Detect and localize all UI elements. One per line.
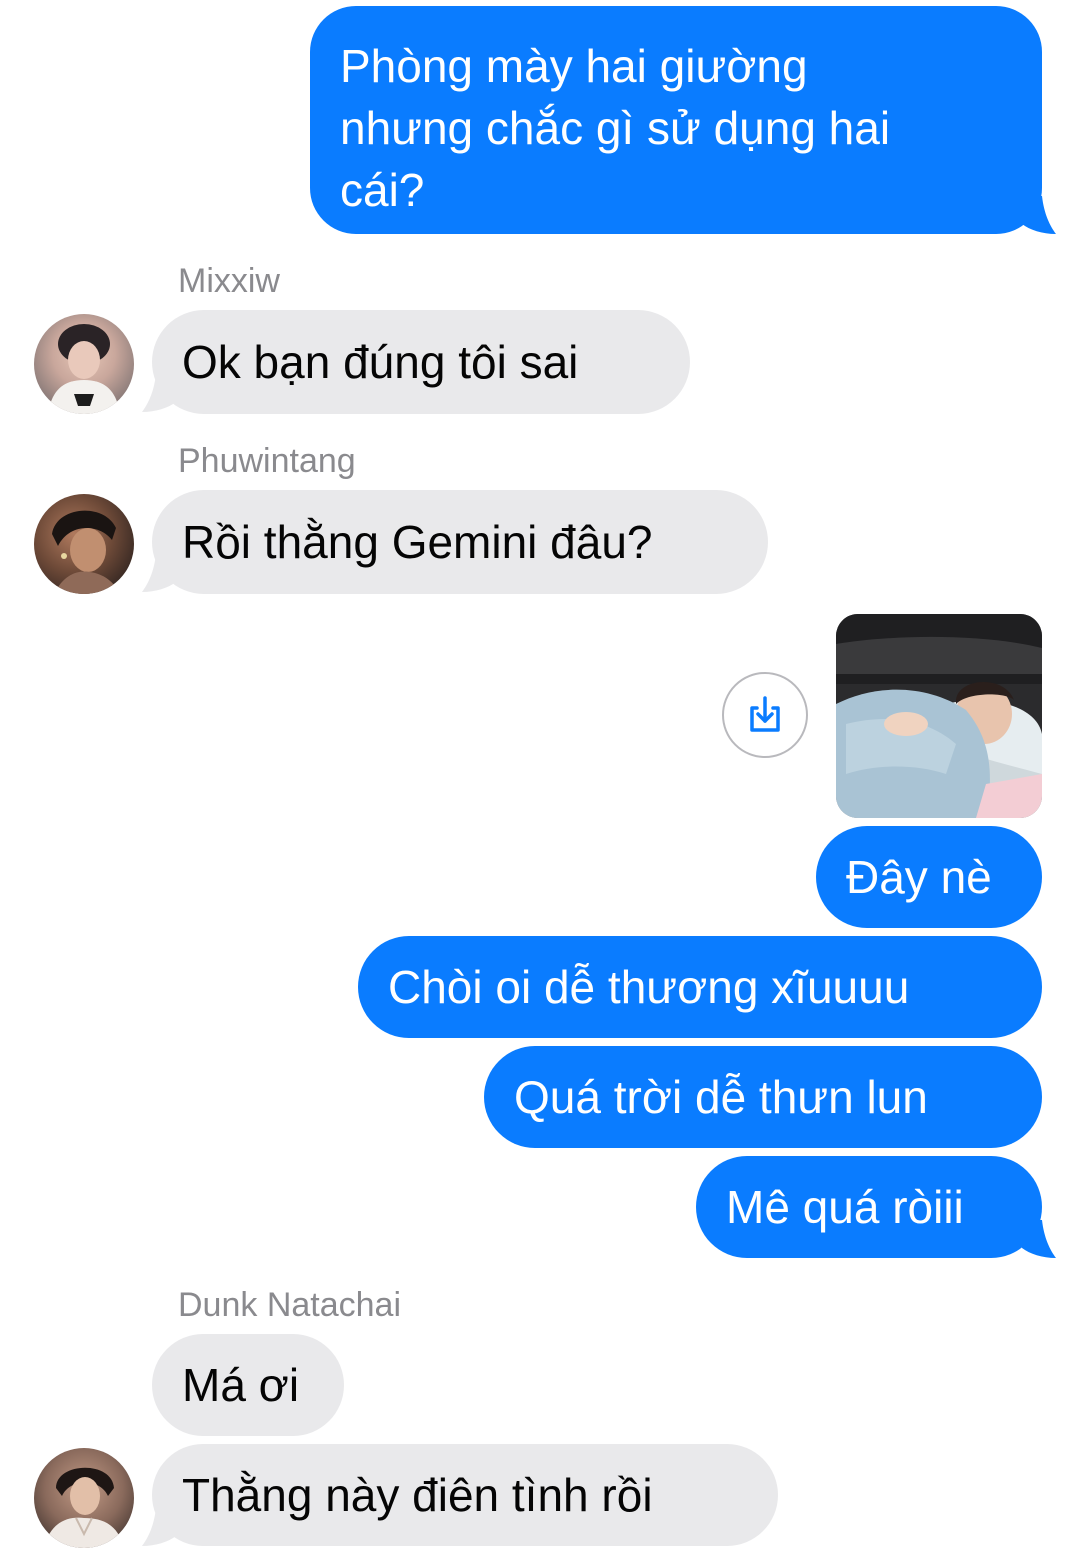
bubble-tail	[1020, 196, 1056, 234]
outgoing-message-bubble[interactable]: Đây nè	[816, 826, 1042, 928]
message-text: Má ơi	[182, 1359, 300, 1411]
incoming-message-bubble[interactable]: Rồi thằng Gemini đâu?	[152, 490, 768, 594]
sender-name: Mixxiw	[178, 262, 280, 300]
bubble-tail	[142, 374, 178, 412]
incoming-message-bubble[interactable]: Ok bạn đúng tôi sai	[152, 310, 690, 414]
incoming-message-bubble[interactable]: Thằng này điên tình rồi	[152, 1444, 778, 1546]
bubble-tail	[1020, 1220, 1056, 1258]
bubble-tail	[142, 554, 178, 592]
avatar[interactable]	[34, 494, 134, 594]
message-text-line: Phòng mày hai giường	[340, 40, 808, 92]
sender-name: Dunk Natachai	[178, 1286, 402, 1324]
photo-attachment[interactable]	[836, 614, 1042, 818]
sender-name: Phuwintang	[178, 442, 356, 480]
outgoing-message-bubble[interactable]: Phòng mày hai giường nhưng chắc gì sử dụ…	[310, 6, 1042, 234]
message-text: Quá trời dễ thưn lun	[514, 1071, 928, 1123]
message-text: Ok bạn đúng tôi sai	[182, 336, 579, 388]
bubble-tail	[142, 1508, 178, 1546]
message-text: Chòi oi dễ thương xĩuuuu	[388, 961, 910, 1013]
avatar[interactable]	[34, 314, 134, 414]
outgoing-message-bubble[interactable]: Quá trời dễ thưn lun	[484, 1046, 1042, 1148]
message-text: Đây nè	[846, 851, 992, 903]
outgoing-message-bubble[interactable]: Mê quá ròiii	[696, 1156, 1042, 1258]
incoming-message-bubble[interactable]: Má ơi	[152, 1334, 344, 1436]
message-text-line: cái?	[340, 164, 425, 216]
outgoing-message-bubble[interactable]: Chòi oi dễ thương xĩuuuu	[358, 936, 1042, 1038]
avatar[interactable]	[34, 1448, 134, 1548]
message-text-line: nhưng chắc gì sử dụng hai	[340, 102, 891, 154]
download-button[interactable]	[722, 672, 808, 758]
message-text: Thằng này điên tình rồi	[182, 1469, 653, 1521]
message-text: Mê quá ròiii	[726, 1181, 964, 1233]
download-icon	[750, 696, 780, 732]
message-text: Rồi thằng Gemini đâu?	[182, 516, 653, 568]
